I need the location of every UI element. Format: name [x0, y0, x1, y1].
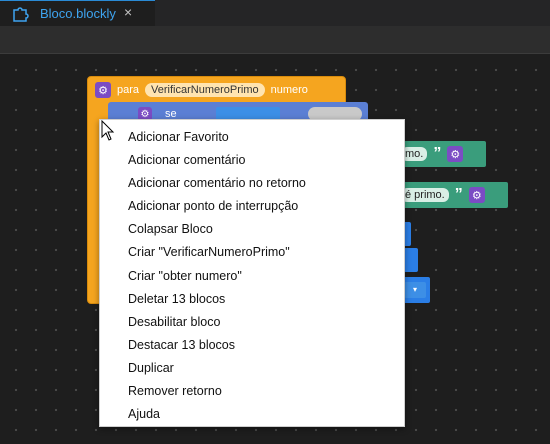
gear-icon[interactable]: ⚙ — [468, 187, 485, 203]
mouse-cursor-icon — [101, 120, 115, 141]
text-value: é primo. — [401, 188, 449, 202]
text-block[interactable]: é primo. ” ⚙ — [395, 182, 508, 208]
dropdown-arrow[interactable]: ▾ — [404, 282, 426, 298]
context-menu-item[interactable]: Duplicar — [100, 357, 404, 380]
procedure-param: numero — [270, 84, 308, 96]
gear-icon[interactable]: ⚙ — [95, 82, 111, 98]
procedure-prefix: para — [117, 84, 140, 96]
puzzle-icon — [13, 7, 29, 22]
context-menu: Adicionar Favorito Adicionar comentário Ad… — [99, 119, 405, 427]
context-menu-item[interactable]: Desabilitar bloco — [100, 311, 404, 334]
toolbar — [0, 26, 550, 54]
context-menu-item[interactable]: Ajuda — [100, 403, 404, 426]
tab-bar: Bloco.blockly × — [0, 0, 550, 26]
tab-bloco-blockly[interactable]: Bloco.blockly × — [0, 0, 155, 26]
close-icon[interactable]: × — [124, 4, 132, 20]
quote-glyph: ” — [433, 145, 442, 162]
context-menu-item[interactable]: Adicionar comentário no retorno — [100, 172, 404, 195]
gear-icon[interactable]: ⚙ — [447, 146, 464, 162]
tab-title: Bloco.blockly — [40, 6, 116, 21]
procedure-name-field[interactable]: VerificarNumeroPrimo — [145, 83, 265, 97]
context-menu-item[interactable]: Criar "VerificarNumeroPrimo" — [100, 241, 404, 264]
context-menu-item[interactable]: Colapsar Bloco — [100, 218, 404, 241]
context-menu-item[interactable]: Criar "obter numero" — [100, 265, 404, 288]
context-menu-item[interactable]: Remover retorno — [100, 380, 404, 403]
context-menu-item[interactable]: Adicionar Favorito — [100, 126, 404, 149]
context-menu-item[interactable]: Adicionar ponto de interrupção — [100, 195, 404, 218]
context-menu-item[interactable]: Destacar 13 blocos — [100, 334, 404, 357]
text-block[interactable]: mo. ” ⚙ — [395, 141, 486, 167]
context-menu-item[interactable]: Deletar 13 blocos — [100, 288, 404, 311]
quote-glyph: ” — [454, 186, 463, 203]
context-menu-item[interactable]: Adicionar comentário — [100, 149, 404, 172]
procedure-block-header: ⚙ para VerificarNumeroPrimo numero — [95, 80, 308, 100]
